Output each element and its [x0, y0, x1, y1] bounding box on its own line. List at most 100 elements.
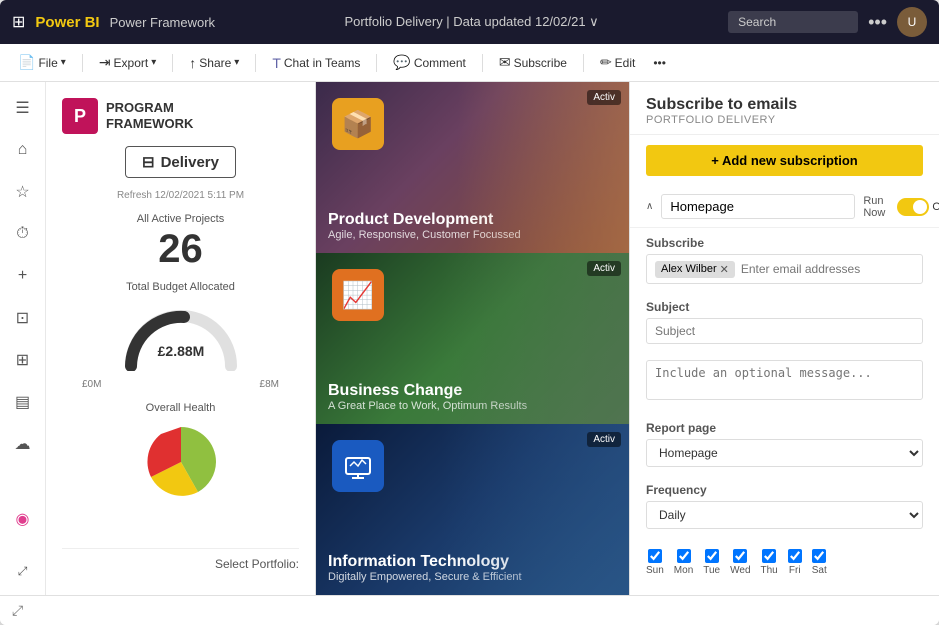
sidebar-recent-icon[interactable]: ⏱ — [5, 216, 41, 252]
share-icon: ↑ — [189, 55, 196, 71]
ribbon-separator-2 — [172, 54, 173, 72]
file-menu[interactable]: 📄 File ▾ — [12, 51, 72, 74]
sidebar-nav: ☰ ⌂ ☆ ⏱ + ⊡ ⊞ ▤ ☁ ◉ ⤢ — [0, 82, 46, 595]
edit-btn[interactable]: ✏ Edit — [594, 51, 641, 74]
sidebar-workspaces-icon[interactable]: ⊞ — [5, 342, 41, 378]
day-sun[interactable]: Sun — [646, 549, 664, 576]
chat-label: Chat in Teams — [284, 56, 360, 70]
sidebar-apps-icon[interactable]: ⊡ — [5, 300, 41, 336]
search-input[interactable] — [728, 11, 858, 33]
gauge-labels: £0M £8M — [62, 379, 299, 390]
subscription-name-input[interactable] — [661, 194, 855, 219]
expand-icon[interactable]: ⤢ — [12, 602, 23, 619]
bottom-bar: ⤢ — [0, 595, 939, 625]
remove-email-icon[interactable]: ✕ — [720, 263, 729, 276]
add-subscription-button[interactable]: + Add new subscription — [646, 145, 923, 176]
day-thu[interactable]: Thu — [761, 549, 778, 576]
health-label: Overall Health — [62, 402, 299, 414]
tile-icon-3 — [332, 440, 384, 492]
ribbon-separator-4 — [376, 54, 377, 72]
subscribe-title: Subscribe to emails — [646, 96, 923, 114]
day-tue[interactable]: Tue — [703, 549, 720, 576]
toggle-label: On — [932, 201, 939, 213]
avatar[interactable]: U — [897, 7, 927, 37]
select-portfolio-label: Select Portfolio: — [62, 548, 299, 579]
export-icon: ⇥ — [99, 54, 111, 71]
subscribe-label: Subscribe — [514, 56, 567, 70]
chevron-down-icon[interactable]: ∧ — [646, 201, 653, 212]
sidebar-list-icon[interactable]: ▤ — [5, 384, 41, 420]
frequency-select[interactable]: Daily — [646, 501, 923, 529]
sidebar-cloud-icon[interactable]: ☁ — [5, 426, 41, 462]
day-sat[interactable]: Sat — [812, 549, 827, 576]
message-input[interactable] — [646, 360, 923, 400]
ribbon-more-btn[interactable]: ••• — [647, 53, 672, 73]
subject-section: Subject — [630, 292, 939, 352]
ribbon-separator-6 — [583, 54, 584, 72]
ribbon-separator-3 — [255, 54, 256, 72]
subscribe-panel: Subscribe to emails PORTFOLIO DELIVERY +… — [629, 82, 939, 595]
toggle-control[interactable]: On — [897, 198, 939, 216]
more-options-icon[interactable]: ••• — [868, 12, 887, 33]
health-pie-chart — [62, 422, 299, 502]
tile-1-active-badge: Activ — [587, 90, 621, 105]
run-now-label: Run Now — [863, 195, 885, 219]
sidebar-favorites-icon[interactable]: ☆ — [5, 174, 41, 210]
subject-input[interactable] — [646, 318, 923, 344]
left-panel: P PROGRAM FRAMEWORK ⊟ Delivery Refresh 1… — [46, 82, 316, 595]
report-page-select[interactable]: Homepage — [646, 439, 923, 467]
toggle-thumb — [913, 200, 927, 214]
chat-btn[interactable]: T Chat in Teams — [266, 52, 366, 74]
pf-logo-text: PROGRAM FRAMEWORK — [106, 100, 193, 131]
day-mon[interactable]: Mon — [674, 549, 693, 576]
delivery-button[interactable]: ⊟ Delivery — [125, 146, 236, 178]
subscribe-btn[interactable]: ✉ Subscribe — [493, 51, 573, 74]
tile-2-active-badge: Activ — [587, 261, 621, 276]
scheduled-time-section: Scheduled Time 7 15 PM (UTC) Dublin, Edi… — [630, 588, 939, 595]
subscribe-icon: ✉ — [499, 54, 511, 71]
sidebar-menu-icon[interactable]: ☰ — [5, 90, 41, 126]
subscribe-header: Subscribe to emails PORTFOLIO DELIVERY — [630, 82, 939, 135]
export-label: Export — [114, 56, 149, 70]
delivery-icon: ⊟ — [142, 153, 155, 171]
tile-business-change[interactable]: 📈 Activ Business Change A Great Place to… — [316, 253, 629, 424]
tile-information-technology[interactable]: Activ Information Technology Digitally E… — [316, 424, 629, 595]
refresh-time: Refresh 12/02/2021 5:11 PM — [62, 190, 299, 201]
tiles-panel: 📦 Activ Product Development Agile, Respo… — [316, 82, 629, 595]
share-label: Share — [199, 56, 231, 70]
grid-icon[interactable]: ⊞ — [12, 12, 25, 32]
tile-product-development[interactable]: 📦 Activ Product Development Agile, Respo… — [316, 82, 629, 253]
active-projects-label: All Active Projects — [62, 213, 299, 225]
pf-logo-icon: P — [62, 98, 98, 134]
day-wed[interactable]: Wed — [730, 549, 750, 576]
toggle-track[interactable] — [897, 198, 929, 216]
teams-icon: T — [272, 55, 281, 71]
day-fri[interactable]: Fri — [788, 549, 802, 576]
email-input[interactable] — [741, 262, 914, 276]
budget-gauge: £2.88M — [62, 301, 299, 371]
sidebar-create-icon[interactable]: + — [5, 258, 41, 294]
sidebar-account-icon[interactable]: ◉ — [5, 501, 41, 537]
subscribe-subtitle: PORTFOLIO DELIVERY — [646, 114, 923, 126]
ribbon-separator — [82, 54, 83, 72]
file-icon: 📄 — [18, 54, 35, 71]
active-projects-count: 26 — [62, 229, 299, 269]
report-page-section: Report page Homepage — [630, 413, 939, 475]
subscribe-section: Subscribe Alex Wilber ✕ — [630, 228, 939, 292]
frequency-label: Frequency — [646, 483, 923, 497]
comment-btn[interactable]: 💬 Comment — [387, 51, 471, 74]
center-info: Portfolio Delivery | Data updated 12/02/… — [225, 14, 718, 30]
edit-label: Edit — [615, 56, 636, 70]
powerbi-logo: Power BI — [35, 14, 99, 31]
export-menu[interactable]: ⇥ Export ▾ — [93, 51, 162, 74]
email-tag: Alex Wilber ✕ — [655, 261, 735, 278]
share-btn[interactable]: ↑ Share ▾ — [183, 52, 245, 74]
sidebar-home-icon[interactable]: ⌂ — [5, 132, 41, 168]
comment-label: Comment — [414, 56, 466, 70]
email-field[interactable]: Alex Wilber ✕ — [646, 254, 923, 284]
budget-max: £8M — [260, 379, 279, 390]
sidebar-collapse-icon[interactable]: ⤢ — [5, 553, 41, 589]
days-checkboxes: Sun Mon Tue Wed Thu Fri Sat — [646, 549, 923, 576]
report-page-label: Report page — [646, 421, 923, 435]
tile-3-active-badge: Activ — [587, 432, 621, 447]
